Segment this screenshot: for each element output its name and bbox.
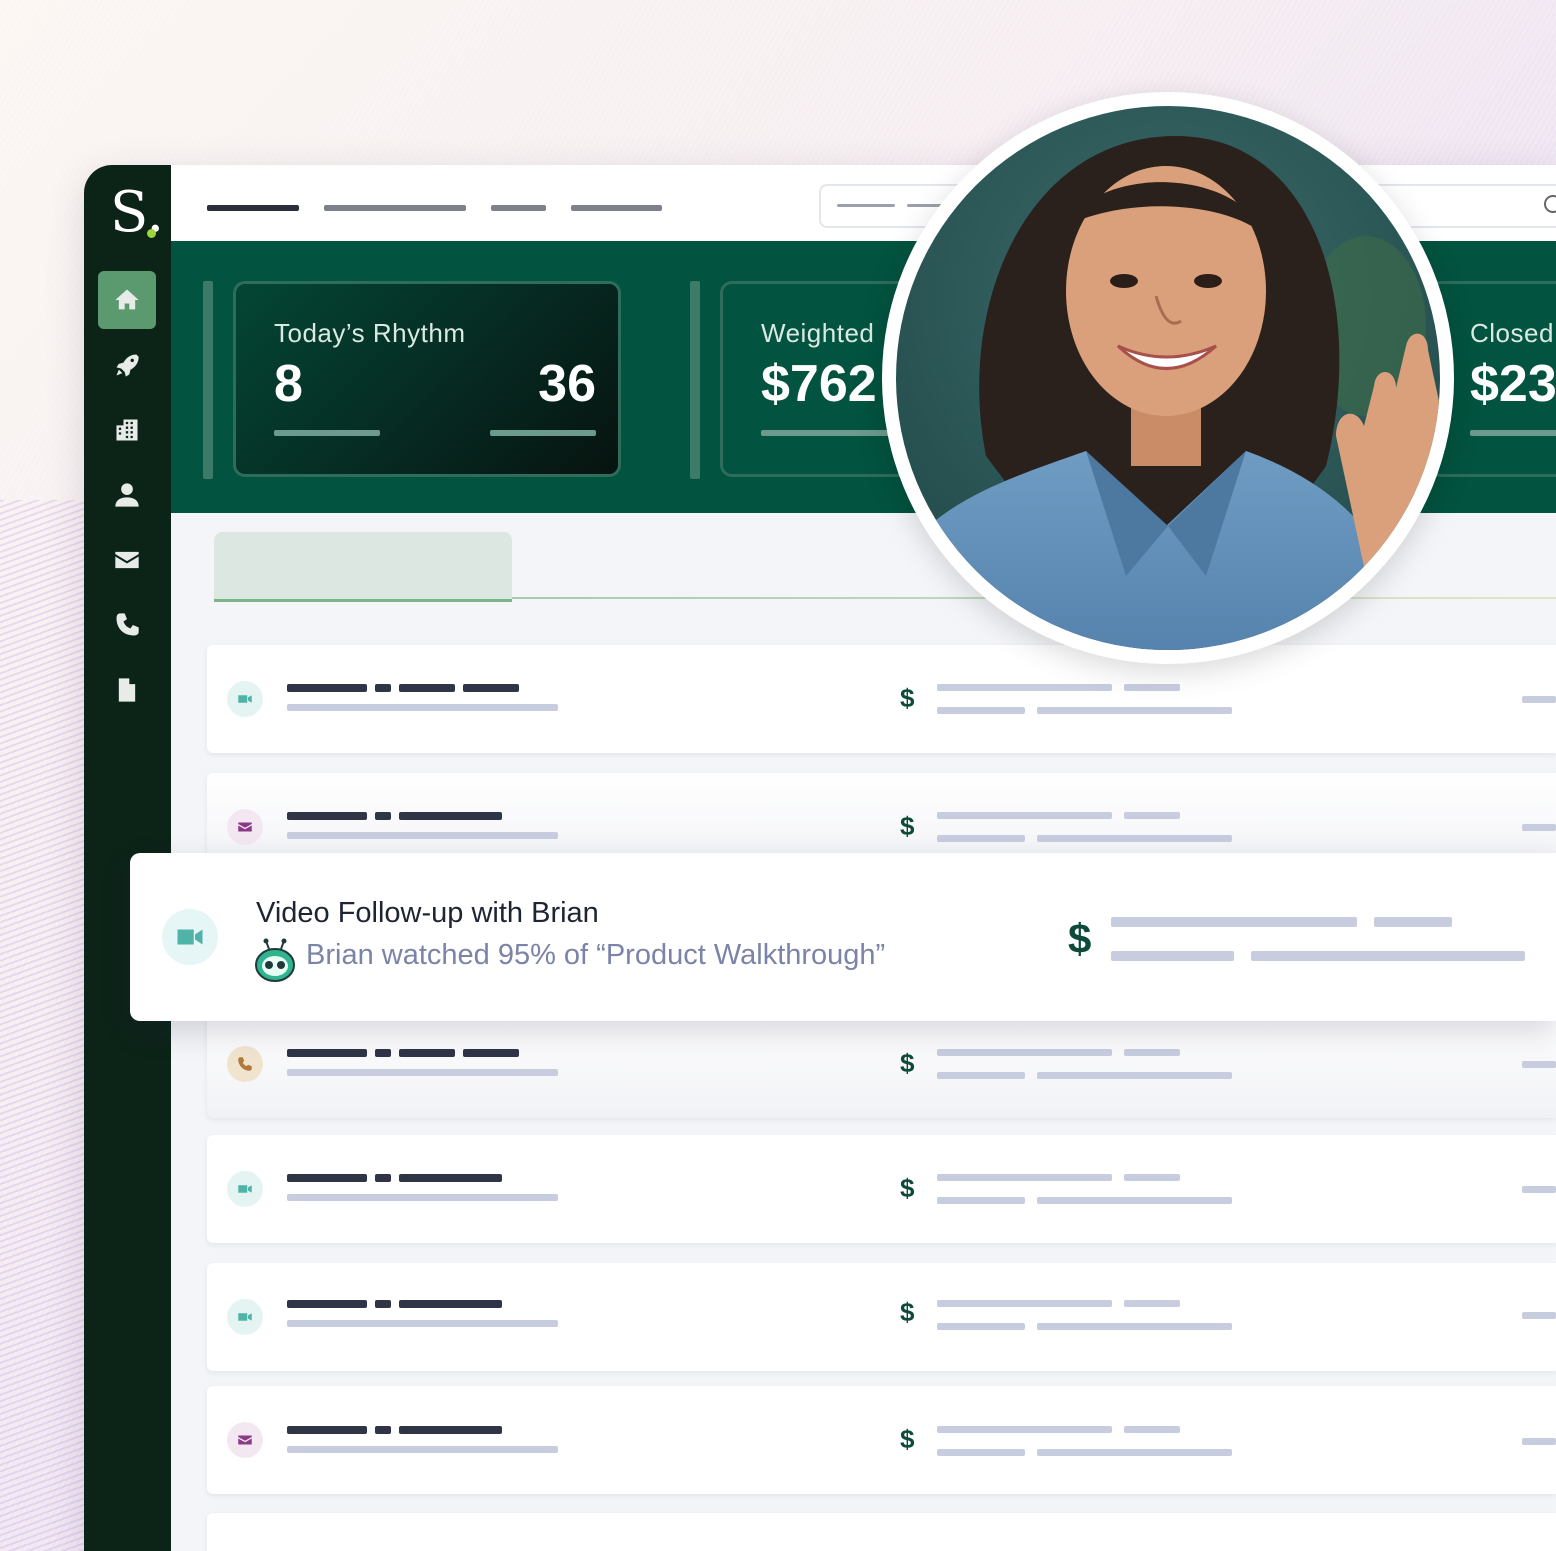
sidebar-item-rocket[interactable] — [98, 336, 156, 394]
sidebar-item-calls[interactable] — [98, 596, 156, 654]
background-texture — [0, 500, 90, 1551]
sidebar-item-home[interactable] — [98, 271, 156, 329]
video-icon — [227, 1299, 263, 1335]
activity-row[interactable] — [207, 1513, 1556, 1551]
activity-subtitle: Brian watched 95% of “Product Walkthroug… — [306, 939, 886, 971]
video-icon — [227, 1171, 263, 1207]
deal-value-icon: $ — [900, 1424, 915, 1454]
search-placeholder — [837, 204, 895, 207]
video-camera-icon — [162, 909, 218, 965]
highlighted-activity-card[interactable]: Video Follow-up with Brian Brian watched… — [130, 853, 1556, 1021]
mail-icon — [227, 1422, 263, 1458]
divider — [690, 281, 700, 479]
home-icon — [115, 289, 139, 310]
closed-bar — [1470, 430, 1556, 436]
building-icon — [116, 419, 138, 441]
sidebar-item-companies[interactable] — [98, 401, 156, 459]
tab[interactable] — [571, 205, 662, 211]
weighted-label: Weighted — [761, 318, 875, 348]
closed-label: Closed — [1470, 318, 1554, 348]
logo-dot — [147, 229, 156, 238]
phone-icon — [116, 613, 139, 636]
deal-value-icon: $ — [900, 1297, 915, 1327]
activity-row[interactable]: $ — [207, 1263, 1556, 1371]
rhythm-card[interactable]: Today’s Rhythm 8 36 — [233, 281, 621, 477]
sidebar-item-mail[interactable] — [98, 531, 156, 589]
mail-icon — [227, 809, 263, 845]
rhythm-value-b: 36 — [538, 355, 596, 413]
divider — [203, 281, 213, 479]
logo: S. — [110, 180, 165, 245]
sidebar-item-docs[interactable] — [98, 661, 156, 719]
mail-icon — [115, 551, 139, 569]
activity-row[interactable]: $ — [207, 1386, 1556, 1494]
phone-icon — [227, 1046, 263, 1082]
video-icon — [227, 681, 263, 717]
activity-title: Video Follow-up with Brian — [256, 897, 599, 929]
rhythm-label: Today’s Rhythm — [274, 318, 466, 348]
section-tab-active[interactable] — [214, 532, 512, 602]
weighted-value: $762 — [761, 355, 877, 413]
rhythm-bar — [274, 430, 380, 436]
deal-value-icon: $ — [900, 811, 915, 841]
robot-assistant-icon — [255, 938, 295, 982]
sidebar-item-contacts[interactable] — [98, 466, 156, 524]
tab-active[interactable] — [207, 205, 299, 211]
tab[interactable] — [491, 205, 546, 211]
deal-value-icon: $ — [900, 1173, 915, 1203]
deal-value-icon: $ — [900, 1048, 915, 1078]
deal-value-icon: $ — [1068, 915, 1092, 962]
closed-value: $23 — [1470, 355, 1556, 413]
contact-avatar — [882, 92, 1454, 664]
avatar-photo — [896, 106, 1440, 650]
user-icon — [115, 483, 139, 507]
activity-row[interactable]: $ — [207, 645, 1556, 753]
rhythm-value-a: 8 — [274, 355, 303, 413]
rhythm-bar — [490, 430, 596, 436]
tab[interactable] — [324, 205, 466, 211]
file-icon — [118, 678, 136, 702]
activity-row[interactable]: $ — [207, 1135, 1556, 1243]
activity-row[interactable]: $ — [207, 1010, 1556, 1118]
rocket-icon — [116, 354, 139, 377]
deal-value-icon: $ — [900, 683, 915, 713]
search-icon[interactable] — [1544, 195, 1556, 213]
